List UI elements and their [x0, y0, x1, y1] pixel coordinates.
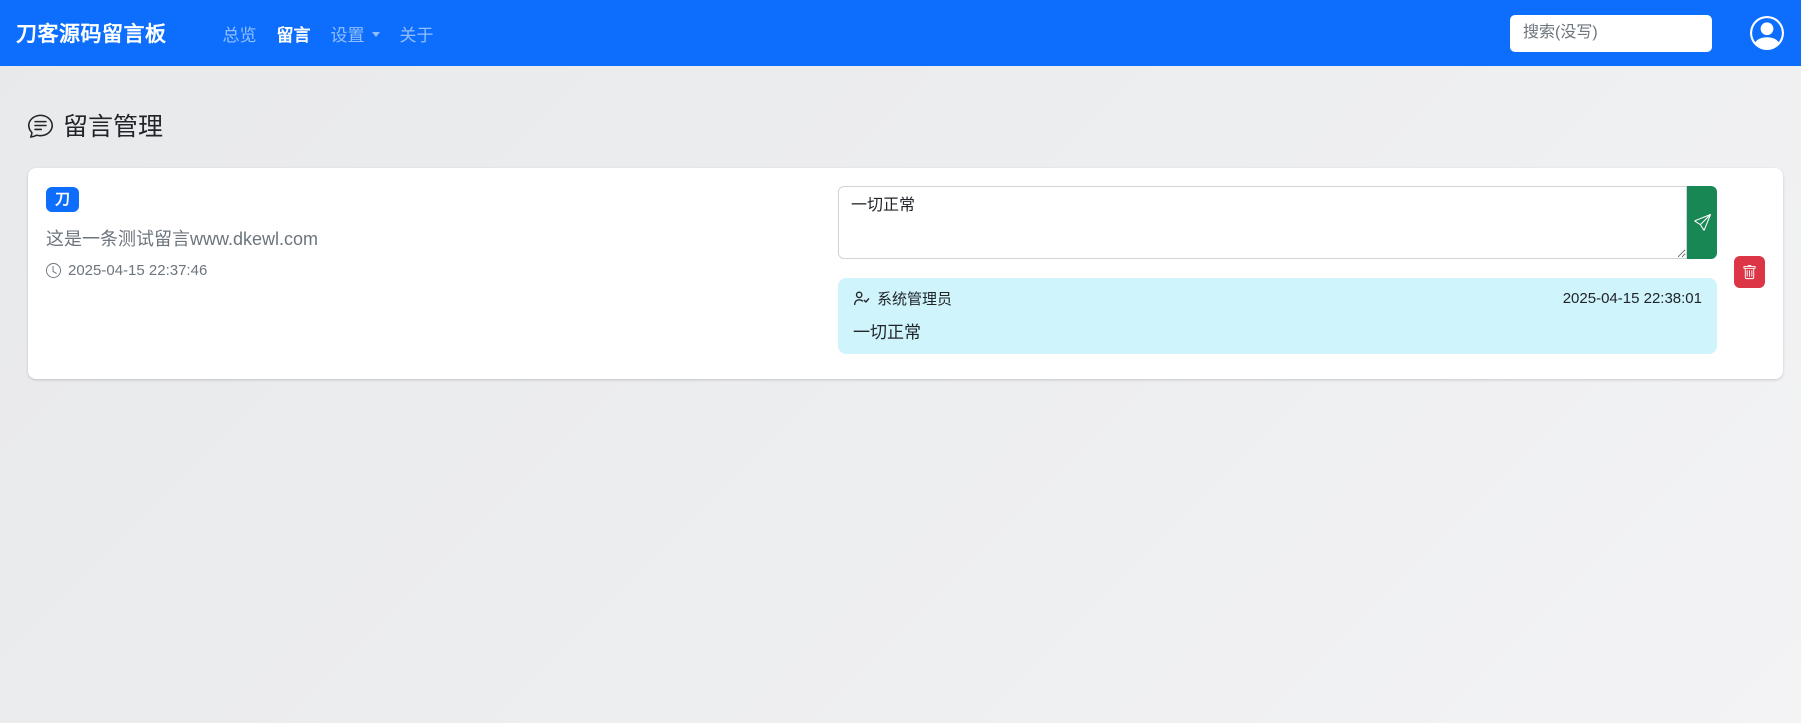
- message-content: 这是一条测试留言www.dkewl.com: [46, 225, 838, 251]
- reply-timestamp: 2025-04-15 22:38:01: [1563, 290, 1702, 307]
- main-content: 留言管理 刀 这是一条测试留言www.dkewl.com 2025-04-15 …: [0, 107, 1801, 379]
- nav-item-messages[interactable]: 留言: [267, 13, 321, 54]
- chevron-down-icon: [372, 32, 380, 37]
- page-header: 留言管理: [28, 107, 1783, 143]
- delete-message-button[interactable]: [1734, 256, 1765, 288]
- person-check-icon: [853, 290, 870, 307]
- reply-input[interactable]: 一切正常: [838, 186, 1687, 259]
- nav-item-label: 关于: [400, 21, 434, 46]
- nav-item-settings-dropdown[interactable]: 设置: [321, 13, 390, 54]
- navbar-right: [1510, 15, 1785, 52]
- reply-form: 一切正常: [838, 186, 1717, 259]
- person-circle-icon: [1750, 16, 1784, 50]
- nav-item-overview[interactable]: 总览: [213, 13, 267, 54]
- navbar: 刀客源码留言板 总览 留言 设置 关于: [0, 0, 1801, 66]
- reply-column: 一切正常: [838, 186, 1717, 354]
- nav-item-label: 总览: [223, 21, 257, 46]
- nav-item-about[interactable]: 关于: [390, 13, 444, 54]
- user-badge: 刀: [46, 187, 79, 212]
- search-input[interactable]: [1510, 15, 1712, 52]
- existing-reply: 系统管理员 2025-04-15 22:38:01 一切正常: [838, 278, 1717, 354]
- page-title: 留言管理: [63, 107, 163, 143]
- trash-icon: [1742, 265, 1757, 280]
- user-avatar-button[interactable]: [1749, 15, 1785, 51]
- reply-area: 一切正常: [838, 186, 1765, 361]
- send-reply-button[interactable]: [1687, 186, 1717, 259]
- main-nav: 总览 留言 设置 关于: [213, 13, 444, 54]
- nav-item-label: 设置: [331, 21, 365, 46]
- send-icon: [1694, 214, 1711, 231]
- nav-item-label: 留言: [277, 21, 311, 46]
- reply-author-name: 系统管理员: [877, 288, 952, 309]
- message-time-text: 2025-04-15 22:37:46: [68, 262, 207, 279]
- message-info: 刀 这是一条测试留言www.dkewl.com 2025-04-15 22:37…: [46, 186, 838, 361]
- brand[interactable]: 刀客源码留言板: [16, 18, 167, 48]
- reply-author: 系统管理员: [853, 288, 952, 309]
- message-card: 刀 这是一条测试留言www.dkewl.com 2025-04-15 22:37…: [28, 168, 1783, 379]
- reply-header: 系统管理员 2025-04-15 22:38:01: [853, 288, 1702, 309]
- chat-text-icon: [28, 113, 53, 138]
- message-timestamp: 2025-04-15 22:37:46: [46, 262, 838, 279]
- clock-icon: [46, 263, 61, 278]
- reply-content: 一切正常: [853, 318, 1702, 343]
